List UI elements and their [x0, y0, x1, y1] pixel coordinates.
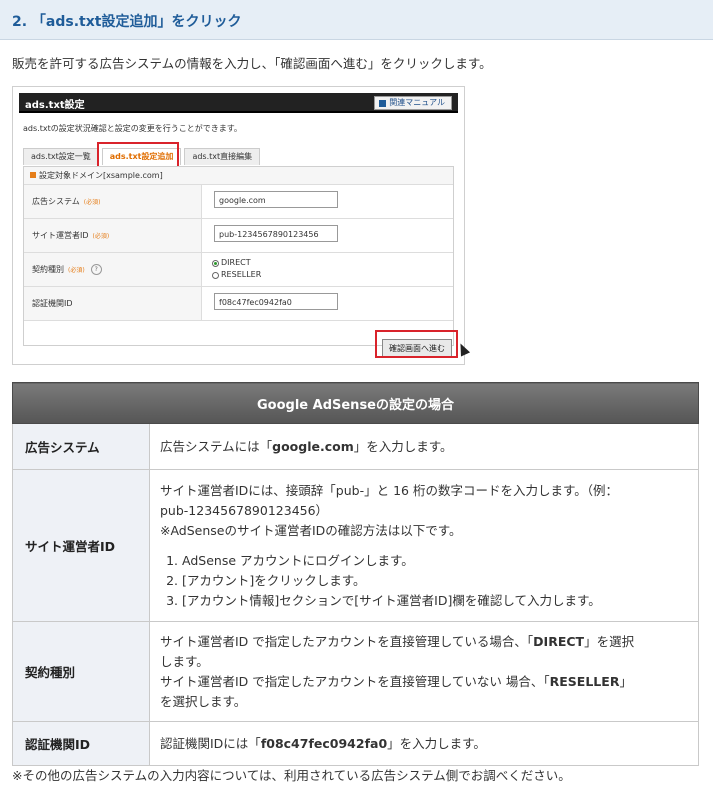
window-title: ads.txt設定	[25, 100, 85, 111]
tab-highlight-box	[97, 142, 179, 168]
radio-reseller[interactable]: RESELLER	[212, 269, 261, 281]
contract-radio-group: DIRECT RESELLER	[212, 257, 261, 281]
label-ad-system: 広告システム	[32, 197, 80, 206]
bullet-icon	[30, 172, 36, 178]
steps-list: AdSense アカウントにログインします。 [アカウント]をクリックします。 …	[160, 551, 688, 611]
tab-direct-edit[interactable]: ads.txt直接編集	[184, 148, 261, 165]
label-publisher-id: サイト運営者ID	[32, 231, 89, 240]
row-key: 広告システム	[12, 423, 150, 470]
row-key: 契約種別	[12, 621, 150, 722]
panel-description: ads.txtの設定状況確認と設定の変更を行うことができます。	[23, 124, 242, 133]
step-header: 2. 「ads.txt設定追加」をクリック	[0, 0, 713, 40]
table-header: Google AdSenseの設定の場合	[12, 382, 699, 424]
ad-system-input[interactable]: google.com	[214, 191, 338, 208]
radio-reseller-dot	[212, 271, 219, 279]
row-publisher-id: サイト運営者ID (必須) pub-1234567890123456	[24, 219, 453, 253]
label-contract: 契約種別	[32, 265, 64, 274]
ads-form: 設定対象ドメイン[xsample.com] 広告システム (必須) google.…	[23, 166, 454, 346]
table-row: 認証機関ID 認証機関IDには「f08c47fec0942fa0」を入力します。	[12, 721, 699, 766]
cert-id-input[interactable]: f08c47fec0942fa0	[214, 293, 338, 310]
row-value: サイト運営者IDには、接頭辞「pub-」と 16 桁の数字コードを入力します。（…	[149, 469, 699, 622]
row-ad-system: 広告システム (必須) google.com	[24, 185, 453, 219]
required-badge: (必須)	[83, 199, 101, 206]
required-badge: (必須)	[92, 233, 110, 240]
row-key: 認証機関ID	[12, 721, 150, 766]
row-key: サイト運営者ID	[12, 469, 150, 622]
tab-list[interactable]: ads.txt設定一覧	[23, 148, 99, 165]
screenshot-panel: ads.txt設定 関連マニュアル ads.txtの設定状況確認と設定の変更を行…	[12, 86, 471, 365]
label-cert-id: 認証機関ID	[32, 299, 73, 308]
row-contract: 契約種別 (必須)? DIRECT RESELLER	[24, 253, 453, 287]
row-value: サイト運営者ID で指定したアカウントを直接管理している場合、「DIRECT」を…	[149, 621, 699, 722]
radio-direct[interactable]: DIRECT	[212, 257, 261, 269]
list-item: AdSense アカウントにログインします。	[182, 551, 688, 571]
table-row: サイト運営者ID サイト運営者IDには、接頭辞「pub-」と 16 桁の数字コー…	[12, 469, 699, 622]
required-badge: (必須)	[68, 267, 85, 274]
radio-direct-dot	[212, 259, 219, 267]
row-cert-id: 認証機関ID f08c47fec0942fa0	[24, 287, 453, 321]
intro-text: 販売を許可する広告システムの情報を入力し、「確認画面へ進む」をクリックします。	[12, 56, 492, 71]
button-highlight-box	[375, 330, 458, 358]
window-title-bar: ads.txt設定 関連マニュアル	[19, 93, 458, 113]
manual-button-label: 関連マニュアル	[389, 98, 445, 107]
book-icon	[379, 99, 387, 107]
table-row: 契約種別 サイト運営者ID で指定したアカウントを直接管理している場合、「DIR…	[12, 621, 699, 722]
list-item: [アカウント]をクリックします。	[182, 571, 688, 591]
list-item: [アカウント情報]セクションで[サイト運営者ID]欄を確認して入力します。	[182, 591, 688, 611]
row-value: 認証機関IDには「f08c47fec0942fa0」を入力します。	[149, 721, 699, 766]
settings-table: Google AdSenseの設定の場合 広告システム 広告システムには「goo…	[12, 382, 699, 766]
domain-label: 設定対象ドメイン[xsample.com]	[24, 167, 453, 185]
manual-button[interactable]: 関連マニュアル	[374, 96, 452, 110]
step-title: 2. 「ads.txt設定追加」をクリック	[12, 14, 242, 30]
publisher-id-input[interactable]: pub-1234567890123456	[214, 225, 338, 242]
footnote: ※その他の広告システムの入力内容については、利用されている広告システム側でお調べ…	[12, 768, 571, 783]
help-icon[interactable]: ?	[90, 264, 102, 275]
row-value: 広告システムには「google.com」を入力します。	[149, 423, 699, 470]
table-row: 広告システム 広告システムには「google.com」を入力します。	[12, 423, 699, 470]
mouse-cursor-icon	[455, 341, 471, 357]
